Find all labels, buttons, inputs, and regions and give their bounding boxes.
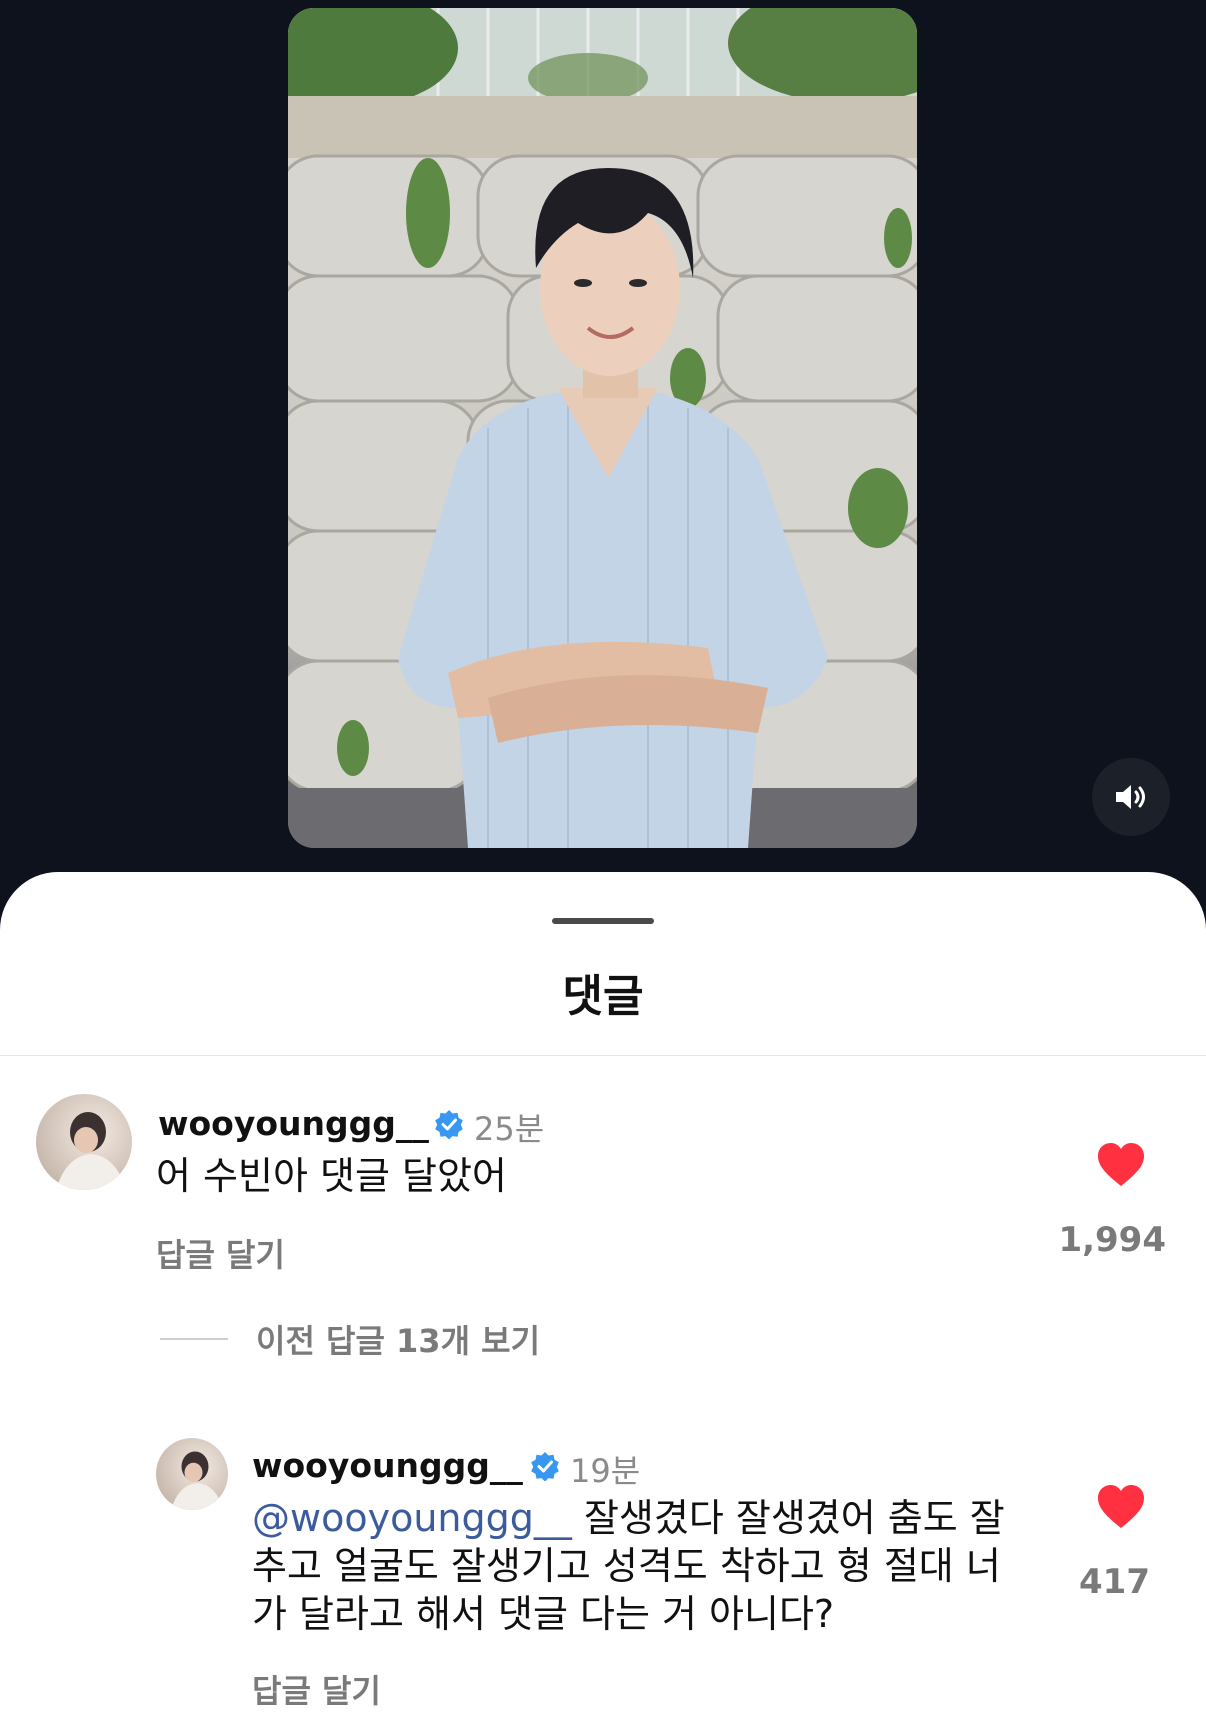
comment-text: 어 수빈아 댓글 달았어 [156, 1154, 507, 1198]
view-previous-label: 이전 답글 13개 보기 [256, 1322, 541, 1360]
comment-time: 25분 [474, 1110, 545, 1148]
volume-button[interactable] [1092, 758, 1170, 836]
sheet-grabber[interactable] [552, 918, 654, 924]
verified-badge-icon [435, 1110, 463, 1139]
reply-time: 19분 [570, 1452, 641, 1490]
reply-button[interactable]: 답글 달기 [156, 1230, 285, 1276]
comments-sheet: 댓글 wooyounggg__ 25분 어 수빈아 댓글 달았어 답글 달기 1… [0, 872, 1206, 1717]
reply-like-count: 417 [1079, 1562, 1150, 1602]
mention-link[interactable]: @wooyounggg__ [252, 1496, 572, 1540]
heart-icon[interactable] [1096, 1484, 1146, 1530]
sheet-title: 댓글 [562, 971, 644, 1022]
reel-video[interactable] [288, 8, 917, 848]
reply-button[interactable]: 답글 달기 [252, 1666, 381, 1712]
comment-username[interactable]: wooyounggg__ [158, 1104, 429, 1143]
reply-text-line2: 추고 얼굴도 잘생기고 성격도 착하고 형 절대 너 [252, 1544, 1001, 1588]
video-frame-illustration [288, 8, 917, 848]
heart-icon[interactable] [1096, 1142, 1146, 1188]
verified-badge-icon [531, 1452, 559, 1481]
avatar[interactable] [36, 1094, 132, 1190]
reply-text-line3: 가 달라고 해서 댓글 다는 거 아니다? [252, 1592, 835, 1636]
view-previous-replies[interactable]: 이전 답글 13개 보기 [160, 1316, 540, 1362]
reply-text-line1: 잘생겼다 잘생겼어 춤도 잘 [571, 1496, 1005, 1540]
reply-text: @wooyounggg__ 잘생겼다 잘생겼어 춤도 잘 추고 얼굴도 잘생기고… [252, 1494, 1052, 1638]
reply-username[interactable]: wooyounggg__ [252, 1446, 523, 1485]
volume-icon [1116, 785, 1145, 809]
reply-avatar[interactable] [156, 1438, 228, 1510]
like-count: 1,994 [1058, 1220, 1166, 1260]
divider [0, 1055, 1206, 1056]
thread-line [160, 1338, 228, 1340]
